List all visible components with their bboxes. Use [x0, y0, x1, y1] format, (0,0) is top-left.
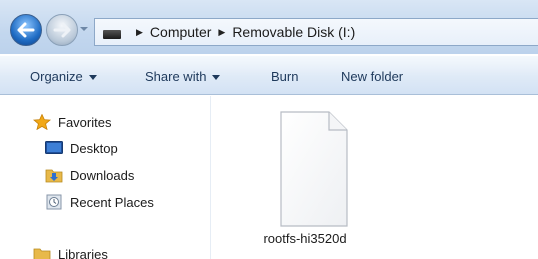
sidebar-item-libraries[interactable]: Libraries: [33, 246, 108, 259]
computer-icon: [103, 29, 121, 39]
back-arrow-icon: [17, 22, 35, 38]
chevron-down-icon: [212, 74, 221, 80]
organize-button[interactable]: Organize: [30, 69, 97, 84]
burn-label: Burn: [271, 69, 299, 84]
sidebar-item-label: Desktop: [70, 140, 118, 156]
chevron-right-icon[interactable]: ▶: [136, 27, 143, 38]
file-item[interactable]: rootfs-hi3520d: [240, 110, 370, 259]
new-folder-label: New folder: [341, 69, 404, 84]
chevron-right-icon[interactable]: ▶: [218, 27, 225, 38]
sidebar-item-desktop[interactable]: Desktop: [45, 140, 118, 156]
sidebar-item-label: Recent Places: [70, 194, 154, 210]
star-icon: [33, 114, 51, 130]
command-bar: Organize Share with Burn New folder: [0, 55, 538, 95]
forward-arrow-icon: [53, 22, 71, 38]
organize-label: Organize: [30, 69, 83, 84]
back-button[interactable]: [10, 14, 42, 46]
blank-file-icon: [280, 111, 348, 227]
desktop-icon: [45, 141, 63, 154]
sidebar-item-label: Downloads: [70, 167, 135, 183]
sidebar-item-favorites[interactable]: Favorites: [33, 114, 111, 130]
sidebar-item-recent-places[interactable]: Recent Places: [45, 194, 154, 210]
breadcrumb-computer[interactable]: Computer: [150, 24, 211, 40]
share-with-label: Share with: [145, 69, 207, 84]
file-name: rootfs-hi3520d: [263, 231, 347, 246]
new-folder-button[interactable]: New folder: [341, 69, 403, 84]
chevron-down-icon: [88, 74, 97, 80]
downloads-folder-icon: [45, 169, 63, 183]
libraries-icon: [33, 248, 51, 259]
share-with-button[interactable]: Share with: [145, 69, 221, 84]
burn-button[interactable]: Burn: [271, 69, 298, 84]
forward-button[interactable]: [46, 14, 78, 46]
sidebar-item-label: Libraries: [58, 246, 108, 259]
recent-places-icon: [46, 194, 62, 210]
sidebar-item-downloads[interactable]: Downloads: [45, 167, 134, 183]
recent-pages-dropdown[interactable]: [80, 27, 88, 31]
breadcrumb-removable-disk[interactable]: Removable Disk (I:): [232, 24, 355, 40]
address-bar-region: ▶ Computer ▶ Removable Disk (I:): [0, 0, 538, 54]
address-box[interactable]: ▶ Computer ▶ Removable Disk (I:): [94, 18, 538, 46]
sidebar-item-label: Favorites: [58, 114, 112, 130]
navigation-pane: Favorites Desktop Downloads Recent Place…: [0, 96, 211, 259]
file-list: rootfs-hi3520d: [212, 96, 538, 259]
